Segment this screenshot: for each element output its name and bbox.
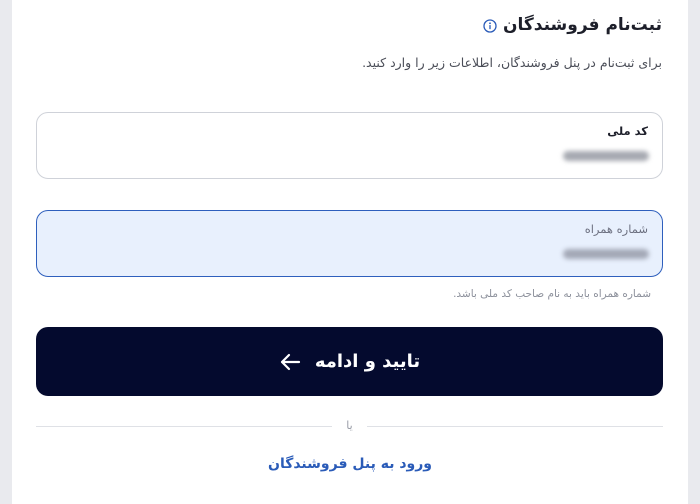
page-title: ثبت‌نام فروشندگان (503, 15, 662, 35)
phone-field[interactable]: شماره همراه (36, 210, 663, 277)
or-divider: یا (36, 418, 663, 434)
confirm-continue-label: تایید و ادامه (314, 351, 421, 372)
page-subtitle: برای ثبت‌نام در پنل فروشندگان، اطلاعات ز… (362, 55, 662, 70)
title-row: ثبت‌نام فروشندگان (483, 12, 662, 38)
phone-hint: شماره همراه باید به نام صاحب کد ملی باشد… (453, 288, 651, 300)
confirm-continue-button[interactable]: تایید و ادامه (36, 327, 663, 396)
national-code-field[interactable]: کد ملی (36, 112, 663, 179)
national-code-input[interactable] (554, 147, 650, 165)
divider-line-left (36, 426, 332, 427)
national-code-label: کد ملی (607, 124, 648, 138)
seller-signup-card: ثبت‌نام فروشندگان برای ثبت‌نام در پنل فر… (12, 0, 688, 504)
phone-label: شماره همراه (584, 222, 648, 236)
arrow-left-icon (279, 353, 301, 371)
divider-line-right (367, 426, 663, 427)
info-icon[interactable] (483, 18, 497, 33)
divider-text: یا (346, 419, 353, 432)
seller-panel-login-link[interactable]: ورود به پنل فروشندگان (12, 456, 688, 472)
phone-input[interactable] (554, 245, 650, 263)
